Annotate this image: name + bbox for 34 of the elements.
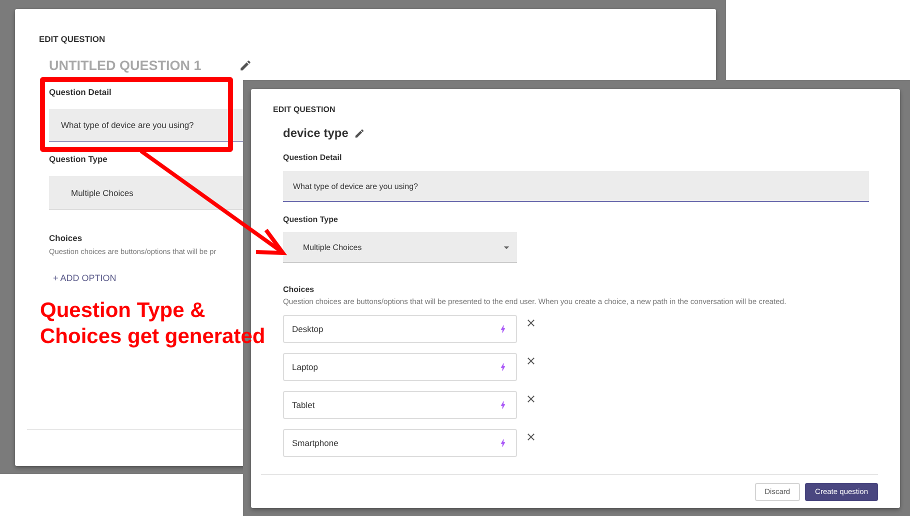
choice-text: Laptop <box>292 362 318 372</box>
question-title: device type <box>283 126 348 140</box>
select-value: Multiple Choices <box>303 242 362 252</box>
choice-text: Smartphone <box>292 438 338 448</box>
choice-field[interactable]: Smartphone <box>283 429 517 457</box>
add-option-button[interactable]: + ADD OPTION <box>53 273 116 283</box>
choice-field[interactable]: Desktop <box>283 315 517 343</box>
choice-field[interactable]: Laptop <box>283 353 517 381</box>
lightning-icon <box>498 362 508 372</box>
field-label: Question Detail <box>49 87 112 97</box>
close-icon[interactable] <box>525 355 537 367</box>
question-detail-field[interactable]: What type of device are you using? <box>49 109 243 142</box>
field-label: Question Detail <box>283 153 342 162</box>
question-type-select[interactable]: Multiple Choices <box>283 232 517 263</box>
pencil-icon[interactable] <box>354 128 366 138</box>
close-icon[interactable] <box>525 393 537 405</box>
lightning-icon <box>498 400 508 410</box>
close-icon[interactable] <box>525 431 537 443</box>
close-icon[interactable] <box>525 317 537 329</box>
question-title: UNTITLED QUESTION 1 <box>49 58 202 73</box>
question-detail-field[interactable]: What type of device are you using? <box>283 171 869 202</box>
dialog-heading: EDIT QUESTION <box>39 34 106 44</box>
lightning-icon <box>498 438 508 448</box>
field-label: Question Type <box>283 215 338 224</box>
field-label: Choices <box>49 233 82 243</box>
choice-field[interactable]: Tablet <box>283 391 517 419</box>
field-label: Choices <box>283 285 314 294</box>
dialog-heading: EDIT QUESTION <box>273 105 336 114</box>
lightning-icon <box>498 324 508 334</box>
choice-text: Desktop <box>292 324 324 334</box>
question-type-select[interactable]: Multiple Choices <box>49 176 243 210</box>
field-label: Question Type <box>49 154 108 164</box>
pencil-icon[interactable] <box>239 59 252 72</box>
choice-text: Tablet <box>292 400 315 410</box>
